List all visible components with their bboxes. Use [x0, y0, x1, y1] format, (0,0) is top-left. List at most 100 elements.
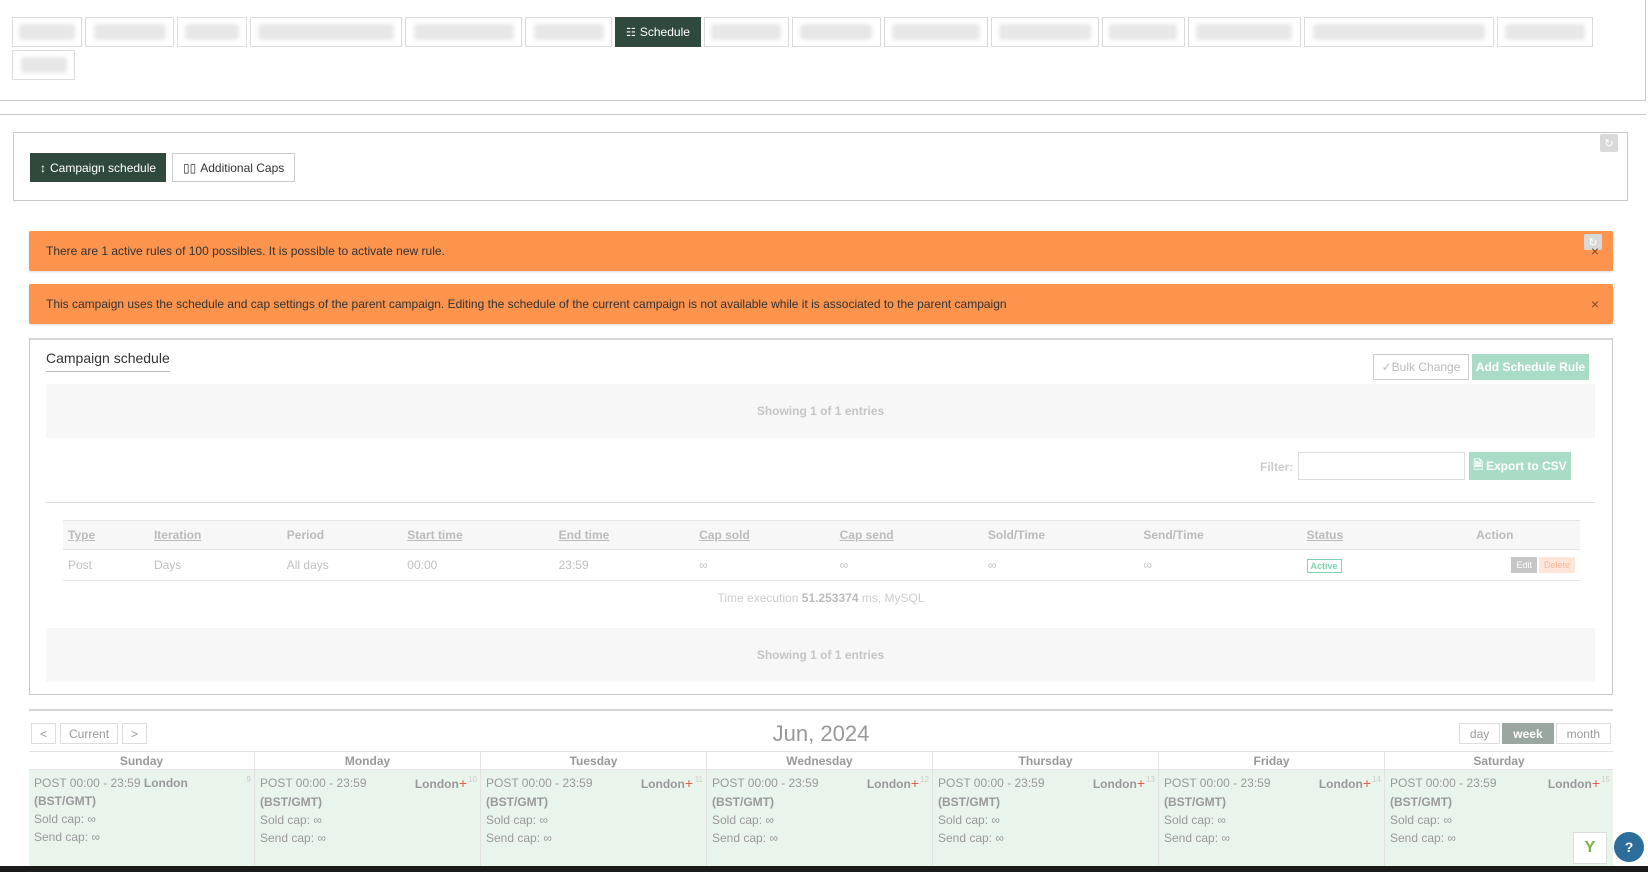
nav-tab-blurred[interactable]: [405, 17, 522, 47]
nav-tab-blurred[interactable]: [1101, 17, 1185, 47]
col-end-time[interactable]: End time: [553, 520, 695, 550]
day-number: 12: [920, 775, 929, 784]
filter-label: Filter:: [1260, 460, 1294, 474]
nav-tabs: ☷ Schedule: [12, 17, 1622, 80]
add-schedule-rule-button[interactable]: Add Schedule Rule: [1472, 354, 1589, 380]
day-header: Saturday: [1385, 751, 1613, 770]
nav-tab-blurred[interactable]: [990, 17, 1099, 47]
cell-type: Post: [63, 549, 149, 581]
day-number: 13: [1146, 775, 1155, 784]
event-title: POST 00:00 - 23:59 London+: [938, 775, 1145, 791]
add-icon[interactable]: +: [911, 775, 919, 791]
bulk-change-button[interactable]: ✓ Bulk Change: [1373, 354, 1469, 380]
nav-tab-schedule[interactable]: ☷ Schedule: [615, 17, 701, 47]
add-icon[interactable]: +: [1592, 775, 1600, 791]
event-tz: (BST/GMT): [486, 795, 548, 809]
calendar-title: Jun, 2024: [772, 721, 870, 746]
calendar-week-grid: Sunday 9 POST 00:00 - 23:59 London (BST/…: [29, 751, 1613, 872]
calendar-event[interactable]: 13 POST 00:00 - 23:59 London+ (BST/GMT) S…: [933, 770, 1158, 872]
cell-cap-sold: ∞: [694, 549, 835, 581]
day-header: Thursday: [933, 751, 1158, 770]
day-column-thursday: Thursday 13 POST 00:00 - 23:59 London+ (B…: [933, 751, 1159, 872]
event-send-cap: Send cap: ∞: [486, 831, 552, 845]
calendar-view-switch: day week month: [1458, 723, 1611, 744]
close-icon[interactable]: ×: [1591, 296, 1599, 312]
view-month-button[interactable]: month: [1555, 723, 1611, 744]
event-sold-cap: Sold cap: ∞: [34, 812, 96, 826]
showing-entries-bottom: Showing 1 of 1 entries: [46, 628, 1595, 682]
event-send-cap: Send cap: ∞: [260, 831, 326, 845]
campaign-schedule-button[interactable]: ↕ Campaign schedule: [30, 153, 167, 182]
event-sold-cap: Sold cap: ∞: [712, 813, 774, 827]
view-week-button[interactable]: week: [1502, 723, 1554, 744]
col-type[interactable]: Type: [63, 520, 149, 550]
nav-tab-blurred[interactable]: [177, 17, 247, 47]
cell-action: Edit Delete: [1409, 549, 1580, 581]
calendar-event[interactable]: 11 POST 00:00 - 23:59 London+ (BST/GMT) S…: [481, 770, 706, 872]
add-icon[interactable]: +: [1363, 775, 1371, 791]
col-cap-send[interactable]: Cap send: [834, 520, 983, 550]
day-number: 9: [246, 775, 251, 784]
parent-campaign-alert: This campaign uses the schedule and cap …: [29, 284, 1613, 324]
event-title: POST 00:00 - 23:59 London+: [486, 775, 693, 791]
day-number: 14: [1372, 775, 1381, 784]
nav-tab-blurred[interactable]: [1496, 17, 1593, 47]
filter-input[interactable]: [1298, 452, 1465, 480]
campaign-schedule-panel: Campaign schedule ✓ Bulk Change Add Sche…: [29, 338, 1613, 695]
event-title: POST 00:00 - 23:59 London+: [1390, 775, 1600, 791]
col-iteration[interactable]: Iteration: [148, 520, 282, 550]
nav-tab-blurred[interactable]: [12, 17, 82, 47]
event-title: POST 00:00 - 23:59 London (BST/GMT): [34, 776, 188, 808]
yii-logo-icon[interactable]: Y: [1573, 832, 1607, 864]
calendar-event[interactable]: 14 POST 00:00 - 23:59 London+ (BST/GMT) S…: [1159, 770, 1384, 872]
day-column-monday: Monday 10 POST 00:00 - 23:59 London+ (BST…: [255, 751, 481, 872]
col-cap-sold[interactable]: Cap sold: [694, 520, 835, 550]
nav-tab-blurred[interactable]: [1187, 17, 1301, 47]
nav-tab-blurred[interactable]: [250, 17, 402, 47]
day-number: 11: [694, 775, 703, 784]
close-icon[interactable]: ×: [1591, 243, 1599, 259]
day-number: 10: [468, 775, 477, 784]
help-icon[interactable]: ?: [1614, 832, 1644, 862]
export-csv-button[interactable]: 🗎 Export to CSV: [1469, 452, 1571, 480]
event-title: POST 00:00 - 23:59 London+: [260, 775, 467, 791]
divider: [46, 502, 1595, 503]
col-period: Period: [281, 520, 403, 550]
col-send-time: Send/Time: [1138, 520, 1302, 550]
edit-button[interactable]: Edit: [1511, 557, 1537, 573]
time-execution: Time execution 51.253374 ms, MySQL: [30, 591, 1612, 605]
add-icon[interactable]: +: [1137, 775, 1145, 791]
view-day-button[interactable]: day: [1458, 723, 1501, 744]
additional-caps-button[interactable]: ▯▯ Additional Caps: [172, 153, 296, 182]
event-send-cap: Send cap: ∞: [1164, 831, 1230, 845]
calendar-event[interactable]: 9 POST 00:00 - 23:59 London (BST/GMT) So…: [29, 770, 254, 872]
cell-sold-time: ∞: [982, 549, 1139, 581]
col-status[interactable]: Status: [1301, 520, 1410, 550]
event-title: POST 00:00 - 23:59 London+: [712, 775, 919, 791]
cell-iteration: Days: [148, 549, 282, 581]
current-week-button[interactable]: Current: [60, 723, 119, 744]
calendar-event[interactable]: 10 POST 00:00 - 23:59 London+ (BST/GMT) S…: [255, 770, 480, 872]
nav-tab-blurred[interactable]: [525, 17, 612, 47]
day-header: Monday: [255, 751, 480, 770]
calendar-event[interactable]: 12 POST 00:00 - 23:59 London+ (BST/GMT) S…: [707, 770, 932, 872]
nav-tab-blurred[interactable]: [883, 17, 988, 47]
add-icon[interactable]: +: [459, 775, 467, 791]
columns-icon: ▯▯: [183, 160, 197, 175]
day-header: Friday: [1159, 751, 1384, 770]
next-week-button[interactable]: >: [122, 723, 148, 744]
delete-button[interactable]: Delete: [1538, 557, 1575, 573]
nav-tab-blurred[interactable]: [703, 17, 789, 47]
col-start-time[interactable]: Start time: [402, 520, 554, 550]
refresh-icon[interactable]: ↻: [1600, 134, 1618, 152]
calendar-nav: < Current >: [31, 723, 148, 744]
event-tz: (BST/GMT): [1164, 795, 1226, 809]
nav-tab-blurred[interactable]: [12, 50, 75, 80]
prev-week-button[interactable]: <: [31, 723, 57, 744]
add-icon[interactable]: +: [685, 775, 693, 791]
event-sold-cap: Sold cap: ∞: [260, 813, 322, 827]
nav-tab-blurred[interactable]: [85, 17, 174, 47]
nav-tab-blurred[interactable]: [1303, 17, 1494, 47]
nav-tab-blurred[interactable]: [791, 17, 881, 47]
schedule-calendar: Jun, 2024 < Current > day week month Sun…: [29, 709, 1613, 872]
